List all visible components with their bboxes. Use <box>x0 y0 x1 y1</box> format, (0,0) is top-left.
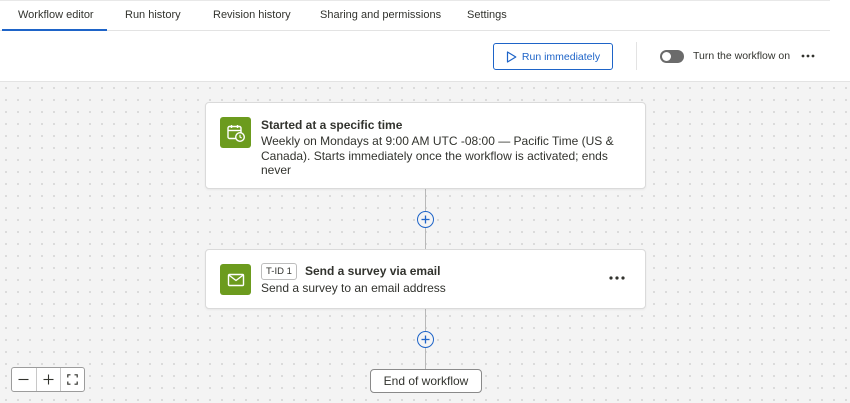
end-of-workflow-marker: End of workflow <box>370 369 482 393</box>
fullscreen-icon <box>67 374 78 385</box>
fit-to-screen-button[interactable] <box>60 368 84 391</box>
workflow-toolbar: Run immediately Turn the workflow on <box>0 31 850 82</box>
more-options-icon[interactable] <box>799 48 817 64</box>
toolbar-divider <box>636 42 637 70</box>
run-immediately-label: Run immediately <box>521 50 601 63</box>
trigger-title: Started at a specific time <box>261 118 403 132</box>
trigger-icon-tile <box>220 117 251 148</box>
envelope-icon <box>227 273 244 286</box>
tab-sharing-and-permissions[interactable]: Sharing and permissions <box>320 9 441 21</box>
tab-bar-top-border <box>0 0 830 1</box>
task-more-options-icon[interactable] <box>606 271 628 285</box>
add-step-button[interactable] <box>417 211 434 228</box>
minus-icon <box>18 378 29 381</box>
task-icon-tile <box>220 264 251 295</box>
add-step-button[interactable] <box>417 331 434 348</box>
plus-icon <box>421 335 430 344</box>
tab-bar: Workflow editor Run history Revision his… <box>0 0 850 31</box>
workflow-on-toggle-label: Turn the workflow on <box>693 50 791 62</box>
task-id-badge: T-ID 1 <box>261 263 297 280</box>
tab-settings[interactable]: Settings <box>467 9 507 21</box>
toggle-knob <box>662 52 671 61</box>
tab-run-history[interactable]: Run history <box>125 9 181 21</box>
tab-revision-history[interactable]: Revision history <box>213 9 291 21</box>
zoom-controls <box>11 367 85 392</box>
trigger-description: Weekly on Mondays at 9:00 AM UTC -08:00 … <box>261 134 614 177</box>
zoom-out-button[interactable] <box>12 368 36 391</box>
workflow-on-toggle[interactable] <box>660 50 684 63</box>
zoom-in-button[interactable] <box>35 368 60 391</box>
run-immediately-button[interactable]: Run immediately <box>493 43 613 70</box>
task-card[interactable]: T-ID 1 Send a survey via email Send a su… <box>205 249 646 309</box>
play-icon <box>506 50 517 63</box>
plus-icon <box>43 374 54 385</box>
task-title: Send a survey via email <box>305 264 441 278</box>
calendar-clock-icon <box>226 124 245 142</box>
task-description: Send a survey to an email address <box>261 281 446 295</box>
plus-icon <box>421 215 430 224</box>
trigger-card[interactable]: Started at a specific time Weekly on Mon… <box>205 102 646 189</box>
workflow-canvas[interactable]: Started at a specific time Weekly on Mon… <box>0 82 850 403</box>
tab-workflow-editor[interactable]: Workflow editor <box>18 9 94 21</box>
